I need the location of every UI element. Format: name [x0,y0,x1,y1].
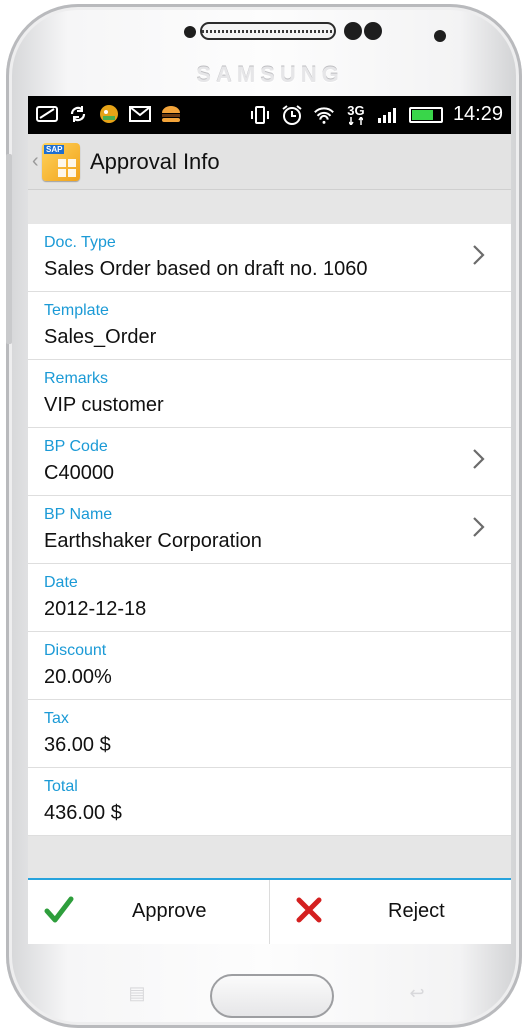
proximity-sensor [364,22,382,40]
field-label: Total [44,778,78,795]
detail-row: Tax 36.00 $ [28,700,511,768]
field-value: Sales Order based on draft no. 1060 [44,258,368,280]
field-value: 36.00 $ [44,734,111,756]
sap-logo-icon: SAP [44,144,65,154]
approval-detail-list: Doc. Type Sales Order based on draft no. … [28,224,511,836]
chevron-right-icon[interactable] [465,514,491,540]
menu-key-icon[interactable]: ▤ [124,984,150,1002]
field-value: VIP customer [44,394,164,416]
status-bar: 3G 14:29 [28,96,511,134]
cross-icon [296,897,322,923]
wifi-icon [313,104,335,126]
app-icon[interactable]: SAP [42,142,80,181]
approve-button[interactable]: Approve [28,880,269,944]
home-button[interactable] [210,974,334,1018]
3g-icon: 3G [345,104,367,126]
field-label: Date [44,574,78,591]
detail-row: Template Sales_Order [28,292,511,360]
field-value: Sales_Order [44,326,157,348]
screen: 3G 14:29 ‹ SAP Approval Info Doc. Type Sa… [28,96,511,944]
up-caret-icon[interactable]: ‹ [32,150,42,173]
field-value: Earthshaker Corporation [44,530,262,552]
battery-icon [408,106,443,123]
alarm-icon [281,104,303,126]
field-label: BP Name [44,506,113,523]
grid-icon [58,158,76,177]
front-sensor [184,26,196,38]
reject-label: Reject [388,900,445,922]
bottom-action-bar: Approve Reject [28,878,511,944]
front-camera [344,22,362,40]
field-label: Remarks [44,370,109,387]
led-indicator [434,30,446,42]
action-bar: ‹ SAP Approval Info [28,134,511,190]
field-label: Doc. Type [44,234,116,251]
detail-row[interactable]: BP Code C40000 [28,428,511,496]
detail-row: Date 2012-12-18 [28,564,511,632]
field-label: Discount [44,642,107,659]
checkmark-icon [44,896,74,923]
detail-row: Discount 20.00% [28,632,511,700]
field-value: 20.00% [44,666,112,688]
detail-row[interactable]: Doc. Type Sales Order based on draft no. … [28,224,511,292]
approve-label: Approve [132,900,207,922]
network-type-label: 3G [347,102,365,118]
volume-button [6,154,12,344]
clock: 14:29 [452,103,503,125]
back-key-icon[interactable]: ↩ [404,984,430,1002]
field-label: Template [44,302,109,319]
field-label: BP Code [44,438,108,455]
detail-row: Total 436.00 $ [28,768,511,836]
field-value: 436.00 $ [44,802,122,824]
field-label: Tax [44,710,69,727]
vibrate-icon [249,104,271,126]
page-title: Approval Info [90,148,220,174]
notification-app-icon [98,103,120,125]
signal-icon [377,104,399,126]
chevron-right-icon[interactable] [465,242,491,268]
field-value: C40000 [44,462,115,484]
sim-icon [36,103,58,125]
brand-logo: SAMSUNG [196,62,344,87]
email-icon [129,103,151,125]
burger-icon [160,103,182,125]
chevron-right-icon[interactable] [465,446,491,472]
detail-row: Remarks VIP customer [28,360,511,428]
sync-icon [67,103,89,125]
reject-button[interactable]: Reject [269,880,511,944]
earpiece-speaker [200,22,336,40]
detail-row[interactable]: BP Name Earthshaker Corporation [28,496,511,564]
field-value: 2012-12-18 [44,598,147,620]
